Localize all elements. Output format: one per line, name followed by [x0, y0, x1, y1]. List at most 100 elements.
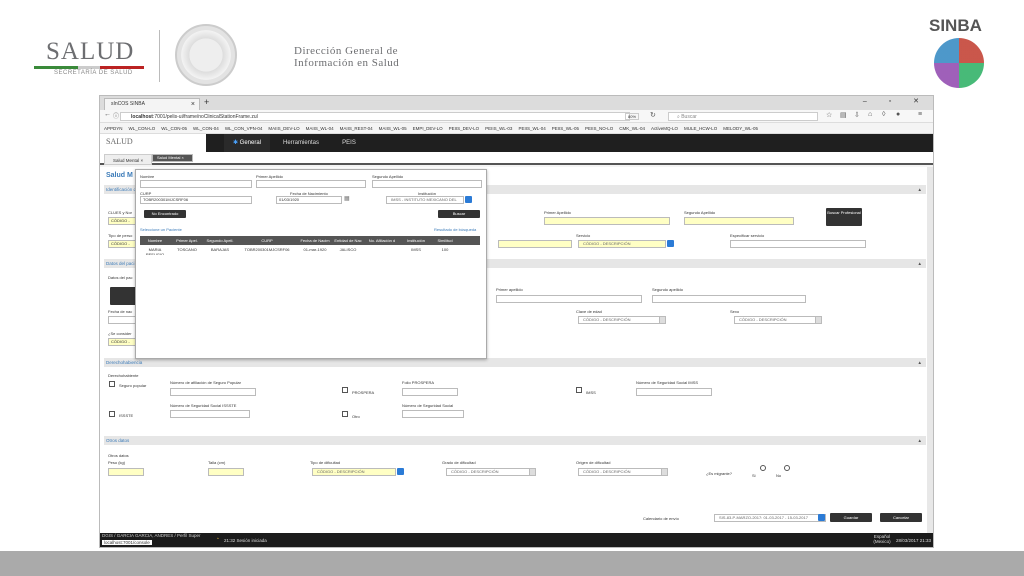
prospera-checkbox[interactable]: [342, 387, 348, 393]
bookmark-item[interactable]: WL_CON_VPN-04: [225, 123, 263, 133]
clave-edad-select[interactable]: CÓDIGO - DESCRIPCIÓN: [578, 316, 666, 324]
modal-institucion-select[interactable]: IMSS - INSTITUTO MEXICANO DEL: [386, 196, 464, 204]
modal-curp-field[interactable]: TOBR200301MJCSRF06: [140, 196, 252, 204]
window-controls[interactable]: ‒ ▫ ✕: [863, 97, 929, 105]
bookmark-item[interactable]: MAIIS_WL-04: [306, 123, 334, 133]
servicio-select[interactable]: CÓDIGO - DESCRIPCIÓN: [578, 240, 666, 248]
menu-icon[interactable]: ≡: [918, 111, 922, 118]
extension-icon[interactable]: ●: [896, 111, 900, 118]
bookmark-item[interactable]: MAIIS_REST-04: [340, 123, 373, 133]
prof-extra-field[interactable]: [498, 240, 572, 248]
tab-peis[interactable]: PEIS: [332, 134, 366, 152]
migrante-si-radio[interactable]: [760, 465, 766, 471]
modal-nombre-field[interactable]: [140, 180, 252, 188]
tipo-dificultad-select[interactable]: CÓDIGO - DESCRIPCIÓN: [312, 468, 396, 476]
bookmark-item[interactable]: EMPI_DEV-LO: [413, 123, 443, 133]
nss-field[interactable]: [402, 410, 464, 418]
reload-icon[interactable]: ↻: [650, 111, 656, 119]
star-icon[interactable]: ☆: [826, 111, 832, 119]
table-header-cell[interactable]: Segundo Apell.: [204, 236, 236, 245]
calendario-dropdown-icon[interactable]: [818, 514, 825, 521]
vertical-scrollbar[interactable]: [927, 167, 933, 533]
calendario-select[interactable]: SIS-83-P-MARZO-2017: 01-03-2017 - 15-03-…: [714, 514, 826, 522]
sexo-select[interactable]: CÓDIGO - DESCRIPCIÓN: [734, 316, 822, 324]
bookmark-item[interactable]: MAIIS_WL-05: [379, 123, 407, 133]
bookmark-item[interactable]: WL_CON-04: [193, 123, 219, 133]
status-locale[interactable]: Español (Mexico): [870, 534, 894, 544]
talla-field[interactable]: [208, 468, 244, 476]
primer-apellido-field[interactable]: [496, 295, 642, 303]
considera-field[interactable]: CÓDIGO -: [108, 338, 138, 346]
bookmark-item[interactable]: MAIIS_DEV-LO: [268, 123, 299, 133]
issste-checkbox[interactable]: [109, 411, 115, 417]
peso-field[interactable]: [108, 468, 144, 476]
institucion-search-icon[interactable]: [465, 196, 472, 203]
table-header-cell[interactable]: Entidad de Nac: [332, 236, 364, 245]
close-icon[interactable]: ×: [191, 99, 195, 110]
table-header-cell[interactable]: Primer Apel.: [170, 236, 204, 245]
seguro-popular-checkbox[interactable]: [109, 381, 115, 387]
dificultad-search-icon[interactable]: [397, 468, 404, 475]
migrante-no-radio[interactable]: [784, 465, 790, 471]
paciente-button[interactable]: [110, 287, 138, 305]
bookmark-item[interactable]: PEIIS_DEV-LO: [449, 123, 480, 133]
especificar-field[interactable]: [730, 240, 866, 248]
modal-primer-apellido-field[interactable]: [256, 180, 366, 188]
no-encontrado-button[interactable]: No Encontrado: [144, 210, 186, 218]
bookmark-item[interactable]: PEIIS_WL-05: [552, 123, 579, 133]
url-field[interactable]: localhost:7001/pelis-ui/frame/noClinical…: [120, 112, 630, 121]
tipo-personal-field[interactable]: CÓDIGO -: [108, 240, 138, 248]
otro-checkbox[interactable]: [342, 411, 348, 417]
bookmark-item[interactable]: PEIIS_WL-04: [518, 123, 545, 133]
buscar-button[interactable]: Buscar: [438, 210, 480, 218]
imss-checkbox[interactable]: [576, 387, 582, 393]
browser-tab[interactable]: sInCOS SINBA ×: [104, 98, 200, 110]
search-input[interactable]: ⌕ Buscar: [668, 112, 818, 121]
grado-dificultad-select[interactable]: CÓDIGO - DESCRIPCIÓN: [446, 468, 536, 476]
new-tab-icon[interactable]: +: [204, 97, 209, 107]
table-header-cell[interactable]: Fecha de Nacim: [298, 236, 332, 245]
section-derechohabiencia[interactable]: Derechohabiencia ▲: [104, 358, 926, 367]
table-header-cell[interactable]: Similitud: [432, 236, 458, 245]
bookmark-item[interactable]: PEIIS_WL-03: [485, 123, 512, 133]
modal-fecha-field[interactable]: 01/03/1920: [276, 196, 342, 204]
collapse-icon[interactable]: ▲: [918, 436, 922, 445]
buscar-profesional-button[interactable]: Buscar Profesional: [826, 208, 862, 226]
fecha-nacimiento-field[interactable]: [108, 316, 138, 324]
pocket-icon[interactable]: ◊: [882, 111, 885, 118]
table-header-cell[interactable]: Institución: [400, 236, 432, 245]
afiliacion-field[interactable]: [170, 388, 256, 396]
prof-segundo-apellido-field[interactable]: [684, 217, 794, 225]
table-header-cell[interactable]: Nombre: [140, 236, 170, 245]
segundo-apellido-field[interactable]: [652, 295, 806, 303]
calendar-icon[interactable]: ▦: [344, 195, 350, 202]
bookmark-item[interactable]: WL_CON-LO: [129, 123, 156, 133]
bookmark-item[interactable]: CMK_WL-04: [619, 123, 645, 133]
bookmark-item[interactable]: ActiveMQ-LO: [651, 123, 678, 133]
collapse-icon[interactable]: ▲: [918, 358, 922, 367]
download-icon[interactable]: ⇩: [854, 111, 860, 119]
table-header-cell[interactable]: CURP: [236, 236, 298, 245]
tab-herramientas[interactable]: Herramientas: [272, 134, 330, 152]
bookmark-item[interactable]: MELODY_WL-05: [723, 123, 758, 133]
servicio-search-icon[interactable]: [667, 240, 674, 247]
subtab-salud-mental-2[interactable]: Salud Mental ×: [152, 154, 193, 162]
origen-dificultad-select[interactable]: CÓDIGO - DESCRIPCIÓN: [578, 468, 668, 476]
back-icon[interactable]: ←: [104, 111, 111, 118]
bookmark-item[interactable]: PEIIS_NO-LO: [585, 123, 613, 133]
collapse-icon[interactable]: ▲: [918, 185, 922, 194]
subtab-salud-mental-1[interactable]: Salud Mental ×: [104, 154, 153, 165]
bookmark-item[interactable]: WL_CON-05: [161, 123, 187, 133]
nss-imss-field[interactable]: [636, 388, 712, 396]
modal-segundo-apellido-field[interactable]: [372, 180, 482, 188]
tab-general[interactable]: ✱ General: [224, 134, 270, 152]
reader-icon[interactable]: ▤: [840, 111, 847, 119]
table-header-cell[interactable]: No. Afiliación d: [364, 236, 400, 245]
guardar-button[interactable]: Guardar: [830, 513, 872, 522]
cancelar-button[interactable]: Cancelar: [880, 513, 922, 522]
info-icon[interactable]: ⓘ: [113, 111, 119, 120]
collapse-icon[interactable]: ▲: [918, 259, 922, 268]
section-otros-datos[interactable]: Otros datos ▲: [104, 436, 926, 445]
zoom-level[interactable]: 80%: [625, 113, 640, 120]
clues-field[interactable]: CÓDIGO -: [108, 217, 138, 225]
